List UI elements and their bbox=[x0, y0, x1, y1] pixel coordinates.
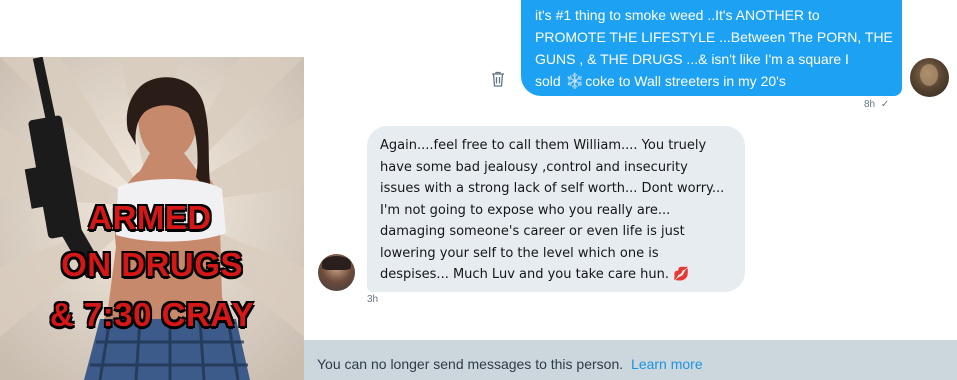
snowflake-icon: ❄️ bbox=[565, 73, 585, 90]
poster-caption-line3: & 7:30 CRAY bbox=[49, 296, 255, 333]
message-time: 8h bbox=[864, 99, 876, 110]
conversation-panel: it's #1 thing to smoke weed ..It's ANOTH… bbox=[304, 0, 957, 380]
message-line: GUNS , & THE DRUGS ...& isn't like I'm a… bbox=[535, 51, 849, 67]
message-line: lowering your self to the level which on… bbox=[380, 245, 659, 261]
kiss-icon: 💋 bbox=[673, 267, 690, 282]
message-line: PROMOTE THE LIFESTYLE ...Between The POR… bbox=[535, 29, 893, 45]
incoming-message-bubble[interactable]: Again....feel free to call them William.… bbox=[367, 126, 745, 292]
message-line: Again....feel free to call them William.… bbox=[380, 138, 707, 153]
check-icon: ✓ bbox=[880, 99, 890, 110]
poster-image: ARMED ON DRUGS & 7:30 CRAY bbox=[0, 57, 304, 380]
blocked-notice-text: You can no longer send messages to this … bbox=[317, 356, 624, 372]
message-text: sold bbox=[535, 73, 561, 89]
message-text: despises... Much Luv and you take care h… bbox=[380, 267, 670, 282]
message-line: it's #1 thing to smoke weed ..It's ANOTH… bbox=[535, 7, 820, 23]
message-time: 3h bbox=[367, 294, 379, 305]
poster-caption-line2: ON DRUGS bbox=[61, 246, 243, 283]
message-text: coke to Wall streeters in my 20's bbox=[585, 73, 786, 89]
message-line: I'm not going to expose who you really a… bbox=[380, 202, 671, 218]
message-line: despises... Much Luv and you take care h… bbox=[380, 264, 735, 286]
message-meta: 8h ✓ bbox=[864, 99, 889, 110]
poster-caption-line1: ARMED bbox=[88, 199, 212, 236]
message-line: issues with a strong lack of self worth.… bbox=[380, 181, 725, 196]
message-line: damaging someone's career or even life i… bbox=[380, 224, 685, 239]
blocked-notice-bar: You can no longer send messages to this … bbox=[304, 340, 957, 380]
avatar[interactable] bbox=[910, 58, 949, 97]
outgoing-message-bubble[interactable]: it's #1 thing to smoke weed ..It's ANOTH… bbox=[521, 0, 902, 96]
message-line: sold ❄️coke to Wall streeters in my 20's bbox=[535, 70, 892, 93]
avatar[interactable] bbox=[318, 254, 355, 291]
message-line: have some bad jealousy ,control and inse… bbox=[380, 159, 688, 175]
learn-more-link[interactable]: Learn more bbox=[631, 356, 703, 372]
trash-icon[interactable] bbox=[491, 71, 505, 87]
